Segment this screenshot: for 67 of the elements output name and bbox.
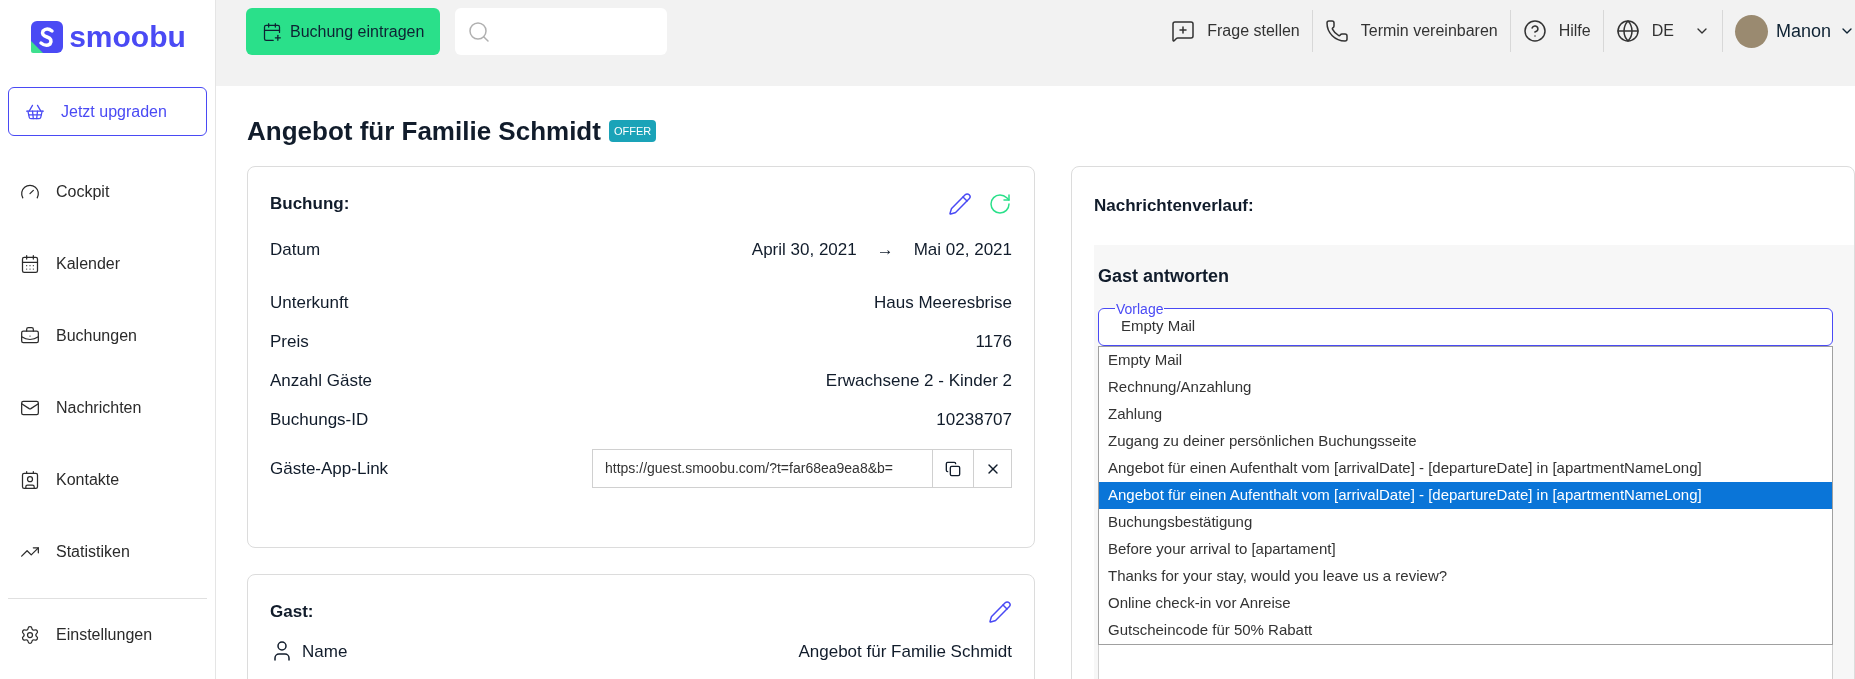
user-menu[interactable]: Manon — [1722, 14, 1855, 48]
copy-icon — [945, 460, 961, 477]
logo-text: smoobu — [69, 22, 186, 52]
field-value: Angebot für Familie Schmidt — [798, 640, 1012, 663]
field-value: 1176 — [975, 331, 1012, 354]
field-label: Gäste-App-Link — [270, 457, 389, 480]
field-value: Mai 02, 2021 — [913, 238, 1012, 261]
help-icon — [1522, 19, 1547, 43]
field-label: Anzahl Gäste — [270, 370, 373, 393]
card-heading: Buchung: — [270, 193, 350, 215]
field-label: Preis — [270, 331, 309, 354]
dropdown-option[interactable]: Rechnung/Anzahlung — [1099, 373, 1832, 401]
dropdown-option[interactable]: Before your arrival to [apartament] — [1099, 535, 1832, 563]
dropdown-option[interactable]: Buchungsbestätigung — [1099, 508, 1832, 536]
template-select[interactable]: Vorlage Empty Mail — [1098, 301, 1833, 346]
phone-icon — [1324, 19, 1349, 43]
topbar-action[interactable]: Termin vereinbaren — [1312, 19, 1510, 43]
calendar-plus-icon — [262, 21, 282, 42]
field-value: Erwachsene 2 - Kinder 2 — [825, 370, 1012, 393]
dropdown-option[interactable]: Zahlung — [1099, 400, 1832, 428]
upgrade-button[interactable]: Jetzt upgraden — [8, 87, 207, 136]
sidebar-item[interactable]: Kontakte — [0, 444, 215, 516]
edit-icon[interactable] — [988, 599, 1012, 624]
topbar-action[interactable]: DE — [1603, 19, 1722, 43]
page-title: Angebot für Familie Schmidt — [247, 114, 601, 148]
card-heading: Gast: — [270, 601, 314, 623]
calendar-icon — [20, 254, 40, 274]
chat-plus-icon — [1171, 19, 1196, 43]
sidebar-item[interactable]: Statistiken — [0, 516, 215, 588]
dropdown-option[interactable]: Thanks for your stay, would you leave us a review? — [1099, 562, 1832, 590]
section-heading: Gast antworten — [1098, 264, 1231, 288]
dropdown-option[interactable]: Angebot für einen Aufenthalt vom [arrivalDate] - [departureDate] in [apartmentNameLong] — [1099, 481, 1832, 509]
search-field[interactable] — [455, 8, 668, 55]
arrow: → — [876, 238, 894, 261]
sidebar-item[interactable]: Nachrichten — [0, 372, 215, 444]
sidebar-item[interactable]: Einstellungen — [0, 599, 215, 671]
sidebar-item[interactable]: Buchungen — [0, 300, 215, 372]
dropdown-option[interactable]: Zugang zu deiner persönlichen Buchungsseite — [1099, 427, 1832, 455]
logo-icon — [29, 19, 66, 55]
sidebar-item[interactable]: Cockpit — [0, 156, 215, 228]
field-label: Unterkunft — [270, 292, 349, 315]
field-label: Datum — [270, 238, 321, 261]
field-value: April 30, 2021 — [751, 238, 857, 261]
topbar-action[interactable]: Frage stellen — [1159, 19, 1312, 43]
edit-icon[interactable] — [948, 191, 972, 216]
dropdown-option[interactable]: Online check-in vor Anreise — [1099, 589, 1832, 617]
settings-icon — [20, 625, 40, 645]
select-value: Empty Mail — [1121, 316, 1197, 333]
globe-icon — [1615, 19, 1640, 43]
card-heading: Nachrichtenverlauf: — [1094, 195, 1255, 217]
field-value: 10238707 — [936, 409, 1012, 432]
new-booking-button[interactable]: Buchung eintragen — [246, 8, 441, 55]
sidebar-item[interactable]: Kalender — [0, 228, 215, 300]
field-label: Buchungs-ID — [270, 409, 369, 432]
search-icon — [467, 19, 492, 44]
dropdown-option[interactable]: Gutscheincode für 50% Rabatt — [1099, 616, 1832, 644]
field-value: Haus Meeresbrise — [874, 292, 1012, 315]
envelope-icon — [20, 398, 40, 418]
contact-card-icon — [20, 470, 40, 490]
offer-tag: OFFER — [608, 119, 657, 143]
field-label: Vorlage — [1115, 301, 1165, 316]
dropdown-option[interactable]: Empty Mail — [1099, 346, 1832, 374]
field-label: Name — [302, 640, 348, 663]
avatar-photo-placeholder — [1734, 14, 1768, 48]
dropdown-option[interactable]: Angebot für einen Aufenthalt vom [arrivalDate] - [departureDate] in [apartmentNameLong] — [1099, 454, 1832, 482]
topbar-action[interactable]: Hilfe — [1510, 19, 1603, 43]
briefcase-icon — [20, 326, 40, 346]
